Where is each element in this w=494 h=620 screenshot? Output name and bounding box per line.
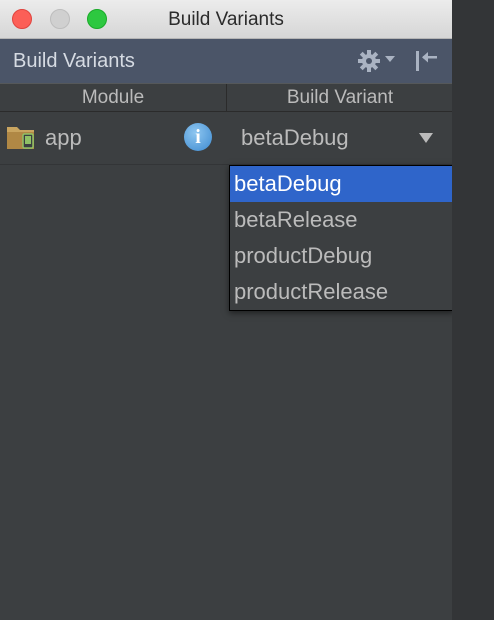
- dropdown-option-beta-release[interactable]: betaRelease: [230, 202, 453, 238]
- table-row[interactable]: app i betaDebug: [0, 111, 452, 165]
- chevron-down-icon[interactable]: [419, 133, 433, 143]
- tool-window-title: Build Variants: [13, 50, 135, 72]
- build-variant-select[interactable]: betaDebug: [228, 111, 452, 164]
- android-module-folder-icon: [7, 127, 34, 149]
- gear-icon[interactable]: [357, 49, 381, 73]
- build-variant-value: betaDebug: [241, 125, 349, 150]
- tool-window-header: Build Variants: [0, 39, 452, 83]
- background-edge: [452, 0, 494, 620]
- hide-panel-icon[interactable]: [413, 49, 441, 73]
- module-name: app: [45, 125, 82, 150]
- dropdown-option-beta-debug[interactable]: betaDebug: [230, 166, 453, 202]
- column-header-build-variant[interactable]: Build Variant: [228, 84, 452, 111]
- build-variant-dropdown-list: betaDebug betaRelease productDebug produ…: [229, 165, 454, 311]
- build-variants-window: Build Variants Build Variants Module Bui…: [0, 0, 454, 620]
- chevron-down-icon[interactable]: [385, 56, 395, 62]
- window-title: Build Variants: [168, 9, 284, 30]
- column-header-module[interactable]: Module: [0, 84, 227, 111]
- dropdown-option-product-debug[interactable]: productDebug: [230, 238, 453, 274]
- table-header: Module Build Variant: [0, 83, 452, 112]
- info-icon[interactable]: i: [184, 123, 212, 151]
- title-bar[interactable]: Build Variants: [0, 0, 452, 39]
- dropdown-option-product-release[interactable]: productRelease: [230, 274, 453, 310]
